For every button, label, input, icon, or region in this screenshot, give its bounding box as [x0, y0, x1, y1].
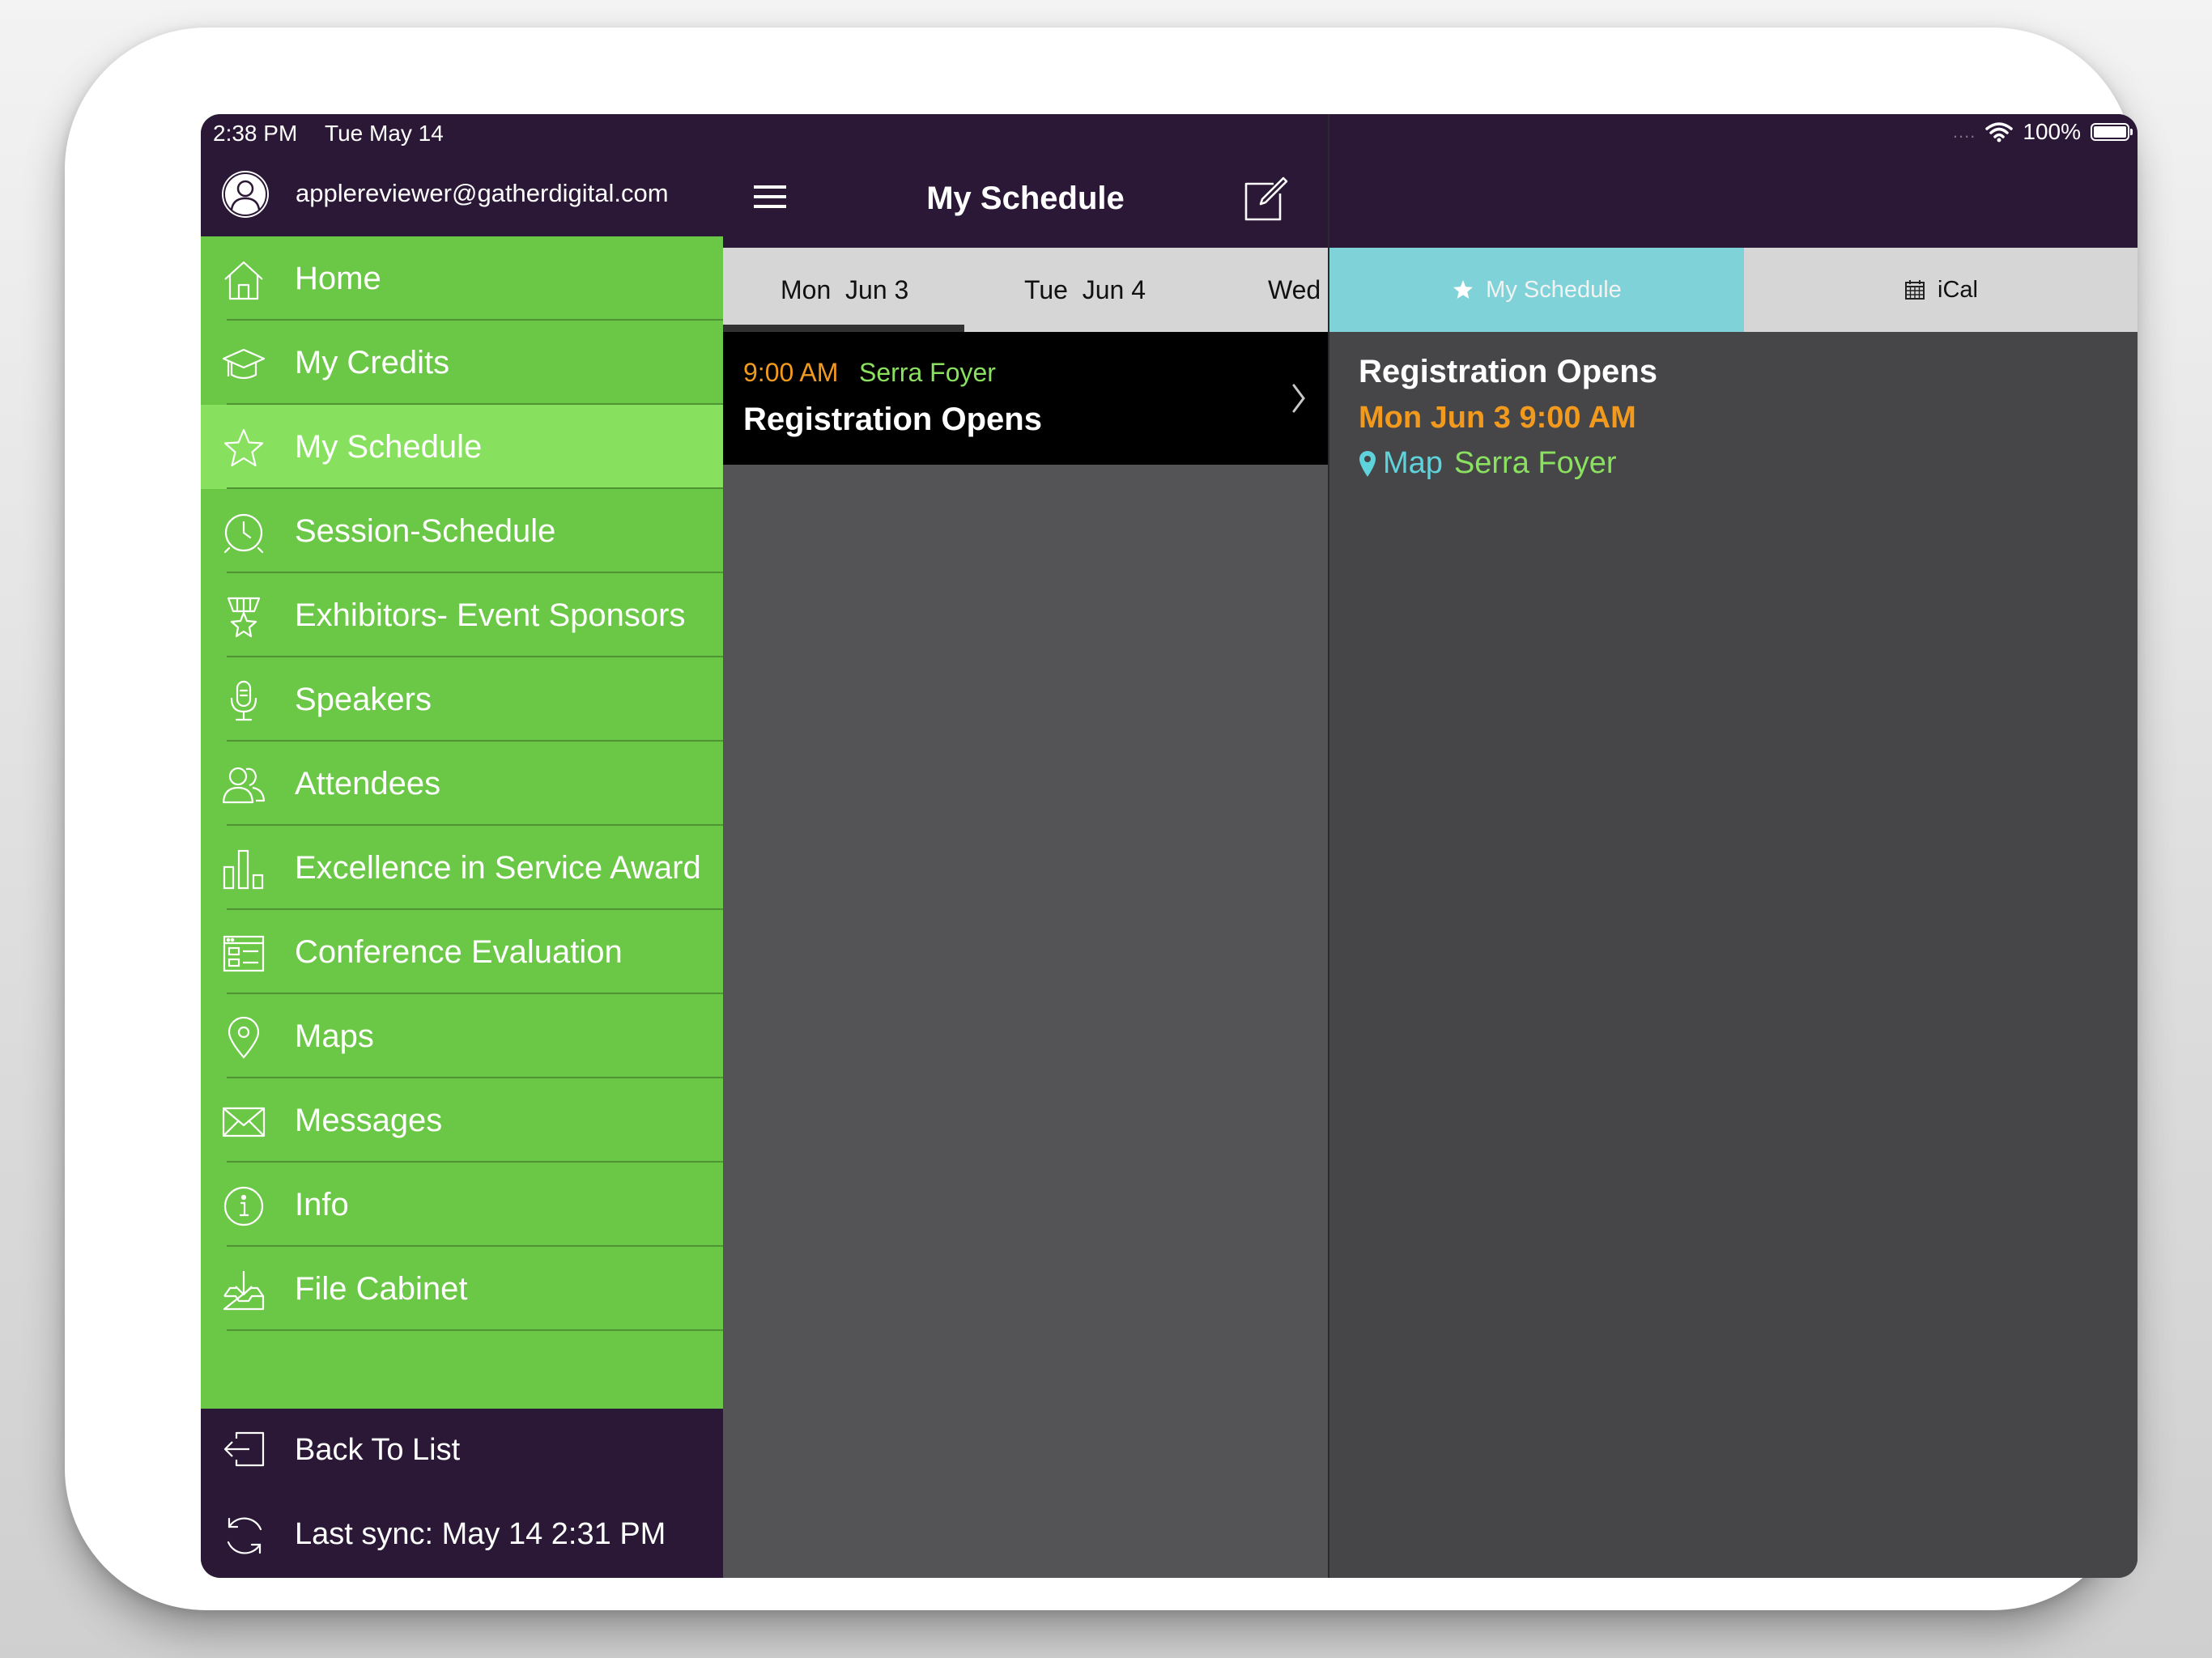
sidebar-item-label: Conference Evaluation — [295, 934, 623, 970]
list-item[interactable]: 9:00 AM Serra Foyer Registration Opens — [723, 332, 1328, 465]
tab-day-wed[interactable]: Wed — [1268, 275, 1321, 305]
sidebar-item-label: My Schedule — [295, 429, 483, 465]
sidebar-item-my-schedule[interactable]: My Schedule — [201, 405, 723, 489]
bar-chart-icon — [222, 848, 266, 891]
battery-icon — [2091, 123, 2133, 141]
event-time: 9:00 AM — [743, 358, 839, 387]
envelope-icon — [222, 1100, 266, 1144]
selected-day-indicator — [723, 325, 964, 332]
user-email[interactable]: applereviewer@gatherdigital.com — [296, 179, 669, 208]
sidebar-item-label: Home — [295, 261, 381, 296]
status-time: 2:38 PM — [213, 121, 298, 146]
sidebar-item-excellence-award[interactable]: Excellence in Service Award — [201, 826, 723, 910]
battery-percent: 100% — [2023, 119, 2081, 144]
tab-day-tue[interactable]: Tue Jun 4 — [1024, 275, 1146, 305]
sidebar-item-label: Attendees — [295, 766, 441, 801]
star-icon — [1453, 280, 1474, 299]
clock-icon — [222, 511, 266, 555]
event-title: Registration Opens — [743, 402, 1042, 437]
schedule-list-pane: My Schedule Mon Jun 3 Tue Jun 4 Wed 9:00… — [723, 114, 1328, 1578]
map-marker-icon[interactable] — [1359, 450, 1376, 478]
graduation-cap-icon — [222, 342, 266, 386]
screen: 2:38 PM Tue May 14 .... 100% applereview… — [201, 114, 2138, 1578]
sidebar-item-label: Excellence in Service Award — [295, 850, 701, 886]
sidebar-item-session-schedule[interactable]: Session-Schedule — [201, 489, 723, 573]
back-to-list-button[interactable]: Back To List — [201, 1409, 723, 1493]
last-sync-label: Last sync: May 14 2:31 PM — [295, 1517, 666, 1551]
event-detail-title: Registration Opens — [1359, 354, 1657, 389]
ical-button[interactable]: iCal — [1744, 248, 2138, 332]
event-detail-pane: My Schedule iCal Registration Opens Mon … — [1329, 114, 2138, 1578]
menu-divider — [227, 1329, 723, 1331]
day-tabs: Mon Jun 3 Tue Jun 4 Wed — [723, 248, 1328, 332]
award-icon — [222, 595, 266, 639]
sidebar-item-attendees[interactable]: Attendees — [201, 742, 723, 826]
download-tray-icon — [222, 1269, 266, 1312]
wifi-icon — [1985, 122, 2014, 142]
event-location: Serra Foyer — [859, 358, 996, 387]
sidebar-menu: Home My Credits My Schedule Session-Sche… — [201, 236, 723, 1331]
status-bar: 2:38 PM Tue May 14 .... 100% — [201, 114, 2138, 155]
exit-icon — [222, 1429, 267, 1474]
sidebar-item-info[interactable]: Info — [201, 1163, 723, 1247]
event-detail-datetime: Mon Jun 3 9:00 AM — [1359, 401, 1636, 435]
people-icon — [222, 763, 266, 807]
sidebar-item-messages[interactable]: Messages — [201, 1078, 723, 1163]
signal-dots: .... — [1952, 121, 1976, 142]
my-schedule-toggle-label: My Schedule — [1486, 276, 1622, 303]
star-icon — [222, 427, 266, 470]
tablet-frame: 2:38 PM Tue May 14 .... 100% applereview… — [65, 28, 2138, 1610]
sidebar-item-file-cabinet[interactable]: File Cabinet — [201, 1247, 723, 1331]
event-detail-location: Serra Foyer — [1453, 446, 1617, 480]
info-icon — [222, 1184, 266, 1228]
sidebar-item-conference-evaluation[interactable]: Conference Evaluation — [201, 910, 723, 994]
form-icon — [222, 932, 266, 976]
sidebar: applereviewer@gatherdigital.com Home My … — [201, 114, 723, 1578]
sidebar-item-label: Maps — [295, 1018, 374, 1054]
sync-button[interactable]: Last sync: May 14 2:31 PM — [201, 1493, 723, 1577]
sidebar-item-label: My Credits — [295, 345, 450, 380]
sidebar-item-maps[interactable]: Maps — [201, 994, 723, 1078]
sidebar-footer: Back To List Last sync: May 14 2:31 PM — [201, 1409, 723, 1578]
sidebar-item-label: Messages — [295, 1103, 443, 1138]
compose-icon[interactable] — [1241, 176, 1288, 223]
sidebar-item-my-credits[interactable]: My Credits — [201, 321, 723, 405]
sync-icon — [222, 1513, 267, 1558]
page-title: My Schedule — [926, 181, 1125, 216]
tab-day-mon[interactable]: Mon Jun 3 — [781, 275, 908, 305]
sidebar-item-label: File Cabinet — [295, 1271, 468, 1307]
back-to-list-label: Back To List — [295, 1433, 461, 1467]
status-right: .... 100% — [1952, 119, 2133, 145]
status-date: Tue May 14 — [325, 121, 444, 146]
sidebar-item-label: Exhibitors- Event Sponsors — [295, 597, 686, 633]
my-schedule-toggle-button[interactable]: My Schedule — [1329, 248, 1744, 332]
chevron-right-icon — [1292, 384, 1305, 413]
sidebar-item-label: Speakers — [295, 682, 432, 717]
microphone-icon — [222, 679, 266, 723]
sidebar-item-label: Session-Schedule — [295, 513, 556, 549]
avatar-icon[interactable] — [220, 169, 270, 219]
calendar-icon — [1905, 280, 1925, 300]
map-link[interactable]: Map — [1383, 446, 1443, 481]
map-pin-icon — [222, 1016, 266, 1060]
sidebar-item-exhibitors[interactable]: Exhibitors- Event Sponsors — [201, 573, 723, 657]
home-icon — [222, 258, 266, 302]
sidebar-item-speakers[interactable]: Speakers — [201, 657, 723, 742]
event-detail-location-row: Map Serra Foyer — [1359, 446, 1617, 481]
sidebar-item-home[interactable]: Home — [201, 236, 723, 321]
sidebar-item-label: Info — [295, 1187, 349, 1222]
ical-label: iCal — [1938, 276, 1978, 303]
